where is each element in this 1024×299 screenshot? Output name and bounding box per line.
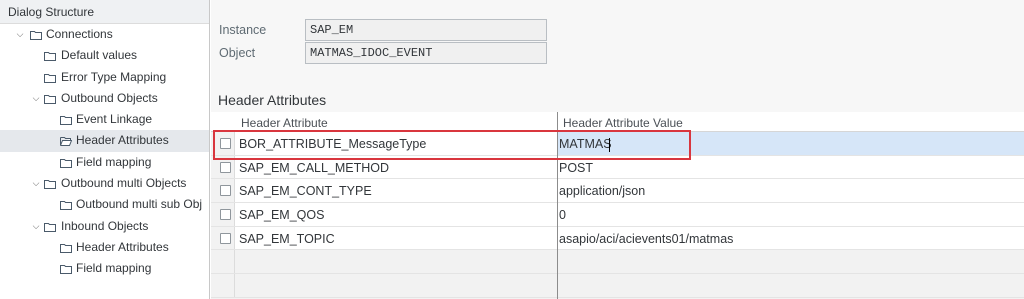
attribute-cell[interactable]: SAP_EM_CALL_METHOD xyxy=(239,161,389,175)
dialog-structure-tree: ⌵ Connections Default values Error Type … xyxy=(0,24,209,280)
row-selector[interactable] xyxy=(211,203,235,226)
chevron-down-icon[interactable]: ⌵ xyxy=(30,173,42,194)
tree-item-outbound-multi-objects[interactable]: ⌵ Outbound multi Objects xyxy=(0,173,209,194)
selected-cell-background xyxy=(557,132,1024,155)
value-cell[interactable]: MATMAS xyxy=(559,137,612,151)
table-body: BOR_ATTRIBUTE_MessageType MATMAS SAP_EM_… xyxy=(211,132,1024,298)
row-selector[interactable] xyxy=(211,155,235,179)
object-label: Object xyxy=(219,46,256,60)
tree-item-inbound-objects[interactable]: ⌵ Inbound Objects xyxy=(0,216,209,237)
chevron-down-icon[interactable]: ⌵ xyxy=(30,216,42,237)
tree-item-label: Outbound Objects xyxy=(61,90,158,105)
folder-icon xyxy=(44,73,56,83)
tree-item-label: Default values xyxy=(61,48,138,63)
tree-item-outbound-objects[interactable]: ⌵ Outbound Objects xyxy=(0,88,209,109)
tree-item-default-values[interactable]: Default values xyxy=(0,45,209,66)
tree-item-label: Field mapping xyxy=(76,154,152,169)
column-divider[interactable] xyxy=(557,112,558,299)
table-header: Header Attribute Header Attribute Value xyxy=(211,112,1024,132)
attribute-cell[interactable]: SAP_EM_CONT_TYPE xyxy=(239,184,372,198)
tree-item-label: Connections xyxy=(46,27,113,41)
detail-area: Instance SAP_EM Object MATMAS_IDOC_EVENT… xyxy=(211,0,1024,299)
tree-item-error-type-mapping[interactable]: Error Type Mapping xyxy=(0,67,209,88)
row-checkbox[interactable] xyxy=(220,138,231,149)
value-cell[interactable]: POST xyxy=(559,161,593,175)
tree-item-label: Error Type Mapping xyxy=(61,69,167,84)
row-checkbox[interactable] xyxy=(220,232,231,244)
row-selector[interactable] xyxy=(211,179,235,203)
object-field[interactable]: MATMAS_IDOC_EVENT xyxy=(305,42,547,64)
instance-label: Instance xyxy=(219,23,267,37)
tree-item-event-linkage[interactable]: Event Linkage xyxy=(0,109,209,130)
tree-item-label: Inbound Objects xyxy=(61,218,149,233)
folder-icon xyxy=(60,158,72,168)
tree-item-label: Header Attributes xyxy=(76,133,169,148)
chevron-down-icon[interactable]: ⌵ xyxy=(30,88,42,109)
value-cell[interactable]: application/json xyxy=(559,184,645,198)
section-title: Header Attributes xyxy=(218,92,327,108)
tree-item-field-mapping-inbound[interactable]: Field mapping xyxy=(0,258,209,279)
tree-item-label: Outbound multi sub Obj xyxy=(76,197,203,212)
open-folder-icon xyxy=(60,137,72,147)
folder-icon xyxy=(44,222,56,232)
empty-table-row[interactable] xyxy=(211,250,1024,275)
folder-icon xyxy=(60,243,72,253)
tree-item-connections[interactable]: ⌵ Connections xyxy=(0,24,209,45)
row-checkbox[interactable] xyxy=(220,161,231,173)
dialog-structure-title: Dialog Structure xyxy=(0,0,209,24)
folder-icon xyxy=(60,116,72,126)
row-selector[interactable] xyxy=(211,274,235,297)
empty-table-row[interactable] xyxy=(211,274,1024,298)
tree-item-header-attributes-outbound[interactable]: Header Attributes xyxy=(0,130,209,152)
row-selector[interactable] xyxy=(211,132,235,155)
value-cell[interactable]: asapio/aci/acievents01/matmas xyxy=(559,232,733,246)
attribute-cell[interactable]: BOR_ATTRIBUTE_MessageType xyxy=(239,137,426,151)
table-row[interactable]: SAP_EM_CALL_METHOD POST xyxy=(211,155,1024,180)
dialog-structure-panel: Dialog Structure ⌵ Connections Default v… xyxy=(0,0,210,299)
folder-icon xyxy=(60,201,72,211)
table-row[interactable]: SAP_EM_TOPIC asapio/aci/acievents01/matm… xyxy=(211,226,1024,251)
column-header-value[interactable]: Header Attribute Value xyxy=(563,116,683,130)
instance-row: Instance SAP_EM xyxy=(211,19,547,41)
tree-item-label: Outbound multi Objects xyxy=(61,176,187,191)
table-row[interactable]: SAP_EM_QOS 0 xyxy=(211,203,1024,227)
header-attributes-table: Header Attribute Header Attribute Value … xyxy=(211,112,1024,299)
chevron-down-icon[interactable]: ⌵ xyxy=(14,24,26,45)
value-cell[interactable]: 0 xyxy=(559,208,566,222)
tree-item-label: Field mapping xyxy=(76,261,152,276)
object-row: Object MATMAS_IDOC_EVENT xyxy=(211,42,547,64)
text-cursor xyxy=(609,138,610,152)
row-selector[interactable] xyxy=(211,226,235,250)
tree-item-header-attributes-inbound[interactable]: Header Attributes xyxy=(0,237,209,258)
attribute-cell[interactable]: SAP_EM_TOPIC xyxy=(239,232,335,246)
column-header-attribute[interactable]: Header Attribute xyxy=(241,116,328,130)
folder-icon xyxy=(60,265,72,275)
tree-item-field-mapping-outbound[interactable]: Field mapping xyxy=(0,152,209,173)
folder-icon xyxy=(44,94,56,104)
table-row[interactable]: SAP_EM_CONT_TYPE application/json xyxy=(211,179,1024,204)
attribute-cell[interactable]: SAP_EM_QOS xyxy=(239,208,324,222)
folder-icon xyxy=(44,180,56,190)
row-checkbox[interactable] xyxy=(220,209,231,221)
folder-icon xyxy=(44,52,56,62)
folder-icon xyxy=(30,31,42,40)
tree-item-label: Event Linkage xyxy=(76,112,153,127)
tree-item-outbound-multi-sub-objects[interactable]: Outbound multi sub Obj xyxy=(0,194,209,215)
row-checkbox[interactable] xyxy=(220,185,231,197)
row-selector[interactable] xyxy=(211,250,235,274)
instance-field[interactable]: SAP_EM xyxy=(305,19,547,41)
table-row[interactable]: BOR_ATTRIBUTE_MessageType MATMAS xyxy=(211,132,1024,156)
tree-item-label: Header Attributes xyxy=(76,239,169,254)
